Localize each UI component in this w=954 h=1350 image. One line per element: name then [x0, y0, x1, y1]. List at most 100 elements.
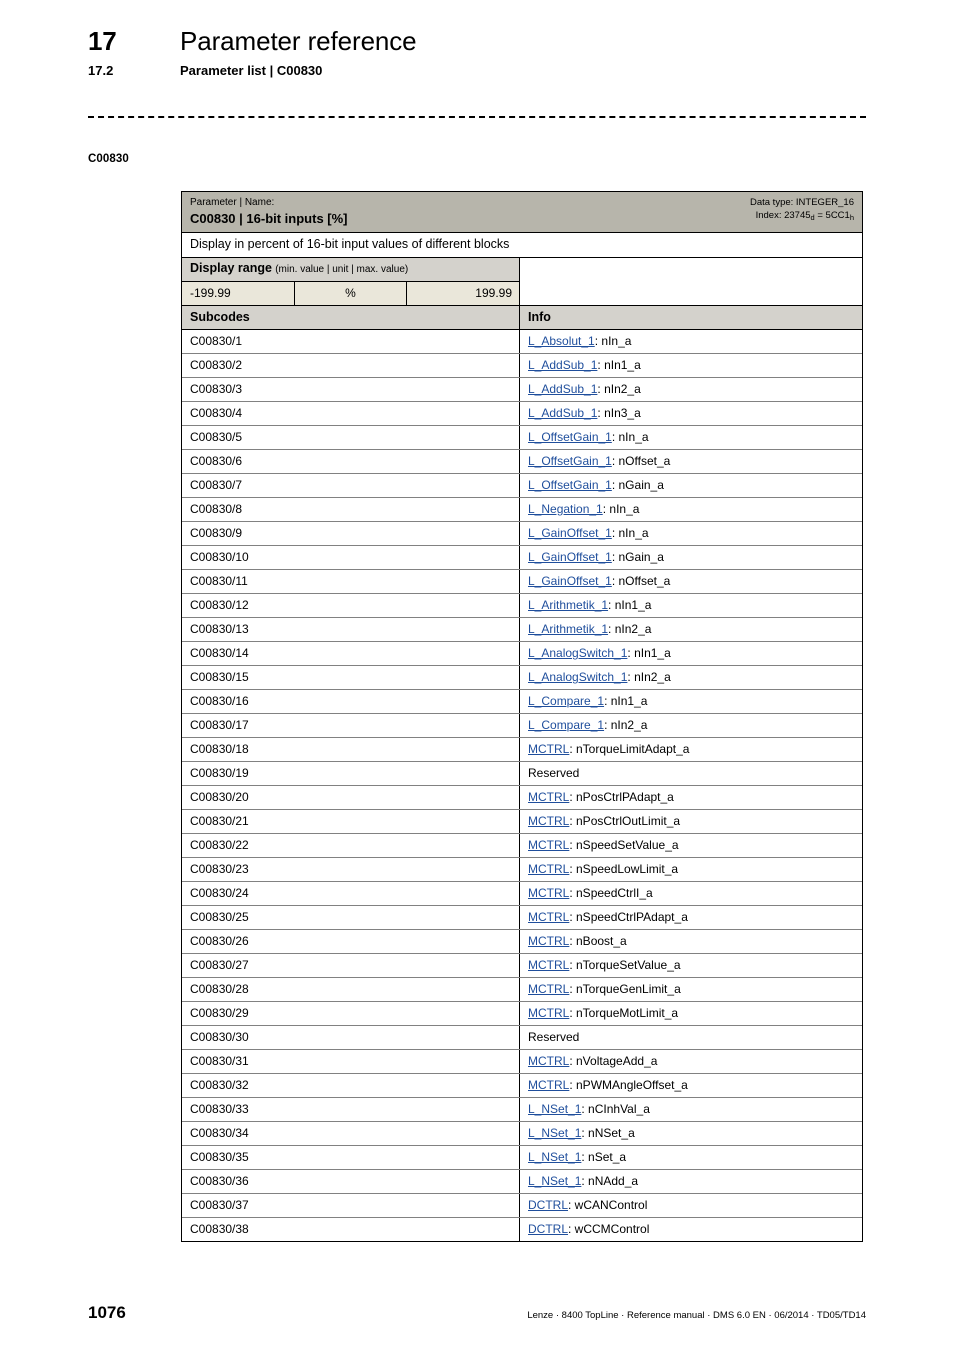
function-block-link[interactable]: MCTRL — [528, 910, 569, 924]
page-title: Parameter reference — [180, 26, 417, 56]
cell-subcode: C00830/19 — [182, 762, 520, 785]
cell-subcode: C00830/6 — [182, 450, 520, 473]
signal-name: : nIn3_a — [597, 406, 641, 420]
cell-info: L_GainOffset_1: nIn_a — [520, 522, 862, 545]
display-range-spacer — [520, 258, 862, 305]
table-row: C00830/19 Reserved — [182, 762, 862, 786]
section-number: 17.2 — [88, 63, 114, 78]
signal-name: : nTorqueLimitAdapt_a — [569, 742, 690, 756]
column-header-info: Info — [528, 310, 551, 324]
function-block-link[interactable]: L_GainOffset_1 — [528, 550, 612, 564]
column-header-subcodes: Subcodes — [182, 306, 520, 329]
function-block-link[interactable]: L_GainOffset_1 — [528, 526, 612, 540]
display-range-title: Display range (min. value | unit | max. … — [182, 258, 519, 282]
function-block-link[interactable]: L_NSet_1 — [528, 1102, 581, 1116]
cell-info: L_OffsetGain_1: nOffset_a — [520, 450, 862, 473]
function-block-link[interactable]: MCTRL — [528, 1006, 569, 1020]
function-block-link[interactable]: DCTRL — [528, 1222, 568, 1236]
table-row: C00830/11 L_GainOffset_1: nOffset_a — [182, 570, 862, 594]
cell-info: L_NSet_1: nSet_a — [520, 1146, 862, 1169]
cell-info: L_NSet_1: nNSet_a — [520, 1122, 862, 1145]
function-block-link[interactable]: L_AnalogSwitch_1 — [528, 670, 627, 684]
signal-name: : wCANControl — [568, 1198, 648, 1212]
cell-subcode: C00830/16 — [182, 690, 520, 713]
function-block-link[interactable]: MCTRL — [528, 1054, 569, 1068]
function-block-link[interactable]: L_Arithmetik_1 — [528, 598, 608, 612]
function-block-link[interactable]: L_NSet_1 — [528, 1150, 581, 1164]
function-block-link[interactable]: L_OffsetGain_1 — [528, 430, 612, 444]
cell-subcode: C00830/24 — [182, 882, 520, 905]
display-range-min: -199.99 — [182, 282, 295, 305]
cell-info: DCTRL: wCANControl — [520, 1194, 862, 1217]
function-block-link[interactable]: L_Absolut_1 — [528, 334, 595, 348]
function-block-link[interactable]: L_AddSub_1 — [528, 382, 597, 396]
cell-subcode: C00830/11 — [182, 570, 520, 593]
signal-name: : nNAdd_a — [581, 1174, 639, 1188]
function-block-link[interactable]: MCTRL — [528, 838, 569, 852]
function-block-link[interactable]: L_Compare_1 — [528, 718, 604, 732]
function-block-link[interactable]: L_OffsetGain_1 — [528, 454, 612, 468]
cell-info: L_AddSub_1: nIn2_a — [520, 378, 862, 401]
footer-imprint: Lenze · 8400 TopLine · Reference manual … — [527, 1310, 866, 1321]
display-range-title-note: (min. value | unit | max. value) — [275, 264, 409, 275]
cell-info: MCTRL: nSpeedLowLimit_a — [520, 858, 862, 881]
function-block-link[interactable]: MCTRL — [528, 862, 569, 876]
reserved-label: Reserved — [528, 1030, 580, 1044]
cell-subcode: C00830/26 — [182, 930, 520, 953]
function-block-link[interactable]: MCTRL — [528, 958, 569, 972]
function-block-link[interactable]: L_Arithmetik_1 — [528, 622, 608, 636]
parameter-description: Display in percent of 16-bit input value… — [182, 233, 862, 258]
function-block-link[interactable]: L_AnalogSwitch_1 — [528, 646, 627, 660]
parameter-caption: Parameter | Name: — [190, 197, 275, 208]
cell-info: Reserved — [520, 1026, 862, 1049]
cell-subcode: C00830/35 — [182, 1146, 520, 1169]
function-block-link[interactable]: L_Compare_1 — [528, 694, 604, 708]
function-block-link[interactable]: MCTRL — [528, 886, 569, 900]
cell-subcode: C00830/34 — [182, 1122, 520, 1145]
cell-info: MCTRL: nTorqueMotLimit_a — [520, 1002, 862, 1025]
function-block-link[interactable]: MCTRL — [528, 742, 569, 756]
display-range-values: -199.99 % 199.99 — [182, 282, 519, 305]
function-block-link[interactable]: DCTRL — [528, 1198, 568, 1212]
table-row: C00830/16 L_Compare_1: nIn1_a — [182, 690, 862, 714]
cell-info: MCTRL: nSpeedSetValue_a — [520, 834, 862, 857]
function-block-link[interactable]: L_NSet_1 — [528, 1126, 581, 1140]
table-row: C00830/9 L_GainOffset_1: nIn_a — [182, 522, 862, 546]
cell-subcode: C00830/3 — [182, 378, 520, 401]
cell-subcode: C00830/30 — [182, 1026, 520, 1049]
table-row: C00830/31 MCTRL: nVoltageAdd_a — [182, 1050, 862, 1074]
signal-name: : nIn_a — [611, 526, 649, 540]
cell-info: Reserved — [520, 762, 862, 785]
cell-subcode: C00830/2 — [182, 354, 520, 377]
function-block-link[interactable]: L_Negation_1 — [528, 502, 603, 516]
signal-name: : nIn_a — [594, 334, 632, 348]
function-block-link[interactable]: MCTRL — [528, 982, 569, 996]
table-row: C00830/23 MCTRL: nSpeedLowLimit_a — [182, 858, 862, 882]
cell-info: L_NSet_1: nNAdd_a — [520, 1170, 862, 1193]
function-block-link[interactable]: MCTRL — [528, 814, 569, 828]
display-range-title-bold: Display range — [190, 261, 272, 275]
subcodes-table-header: Subcodes Info — [182, 306, 862, 330]
function-block-link[interactable]: MCTRL — [528, 934, 569, 948]
function-block-link[interactable]: MCTRL — [528, 1078, 569, 1092]
reserved-label: Reserved — [528, 766, 580, 780]
function-block-link[interactable]: L_AddSub_1 — [528, 406, 597, 420]
signal-name: : nIn2_a — [627, 670, 671, 684]
function-block-link[interactable]: L_NSet_1 — [528, 1174, 581, 1188]
signal-name: : nIn1_a — [597, 358, 641, 372]
table-row: C00830/1 L_Absolut_1: nIn_a — [182, 330, 862, 354]
table-row: C00830/6 L_OffsetGain_1: nOffset_a — [182, 450, 862, 474]
cell-subcode: C00830/18 — [182, 738, 520, 761]
function-block-link[interactable]: L_GainOffset_1 — [528, 574, 612, 588]
signal-name: : nPWMAngleOffset_a — [569, 1078, 688, 1092]
signal-name: : nSpeedCtrlI_a — [569, 886, 653, 900]
signal-name: : nIn1_a — [608, 598, 652, 612]
function-block-link[interactable]: L_OffsetGain_1 — [528, 478, 612, 492]
signal-name: : nTorqueGenLimit_a — [569, 982, 681, 996]
cell-subcode: C00830/21 — [182, 810, 520, 833]
table-row: C00830/25 MCTRL: nSpeedCtrlPAdapt_a — [182, 906, 862, 930]
margin-parameter-tag: C00830 — [88, 153, 129, 165]
function-block-link[interactable]: L_AddSub_1 — [528, 358, 597, 372]
cell-info: L_AddSub_1: nIn1_a — [520, 354, 862, 377]
function-block-link[interactable]: MCTRL — [528, 790, 569, 804]
